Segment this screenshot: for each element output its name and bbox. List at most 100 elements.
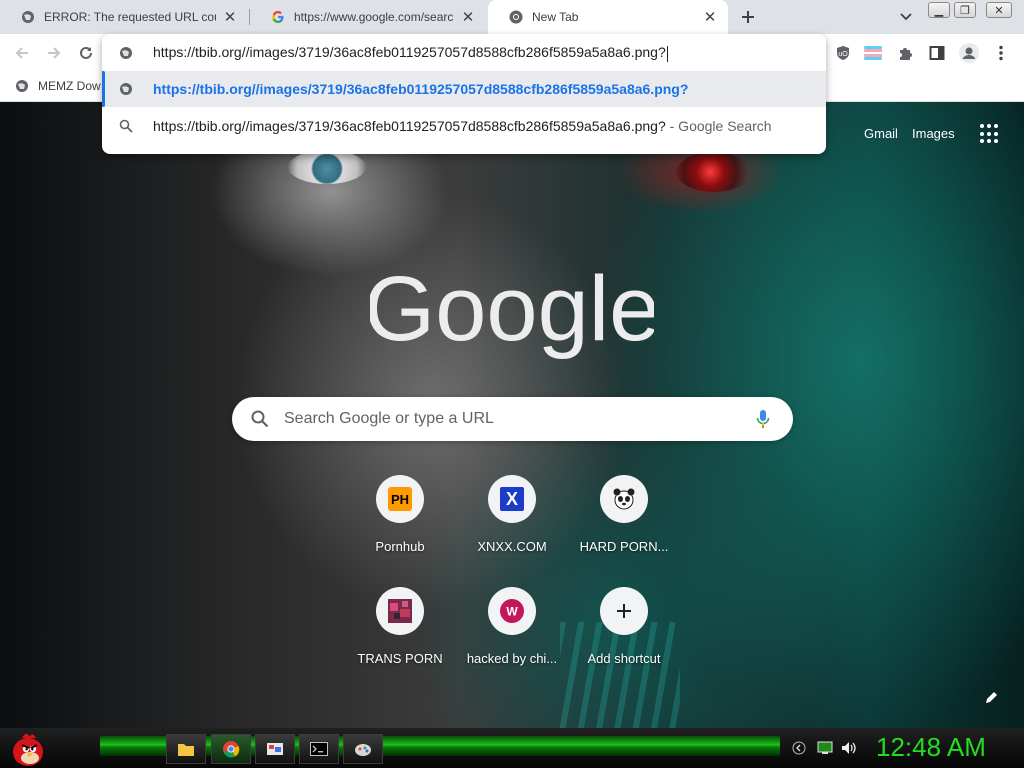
shortcut-label: HARD PORN... xyxy=(579,539,669,554)
w-letter-icon: W xyxy=(488,587,536,635)
bookmark-label: MEMZ Dow xyxy=(38,79,101,93)
shortcut-label: Add shortcut xyxy=(587,651,661,666)
game-icon xyxy=(355,744,371,756)
tab-error[interactable]: ERROR: The requested URL could ✕ xyxy=(0,0,248,34)
bookmark-memz[interactable]: MEMZ Dow xyxy=(14,76,101,96)
gmail-link[interactable]: Gmail xyxy=(864,126,898,141)
angry-bird-icon xyxy=(13,733,43,766)
minimize-button[interactable]: ▁ xyxy=(928,2,950,18)
restore-button[interactable]: ❐ xyxy=(954,2,976,18)
tab-title: https://www.google.com/search? xyxy=(294,10,454,24)
background-image xyxy=(288,150,366,184)
suggestion-text: https://tbib.org//images/3719/36ac8feb01… xyxy=(153,118,666,134)
forward-button[interactable] xyxy=(40,39,68,67)
paint-icon xyxy=(267,743,283,755)
suggestion-url[interactable]: https://tbib.org//images/3719/36ac8feb01… xyxy=(102,71,826,107)
tab-search-button[interactable] xyxy=(896,7,916,27)
search-icon xyxy=(250,409,270,429)
volume-icon[interactable] xyxy=(841,740,857,756)
restore-icon: ❐ xyxy=(960,4,970,17)
side-panel-icon[interactable] xyxy=(926,42,948,64)
plus-icon xyxy=(742,11,754,23)
shortcut-tile[interactable]: X XNXX.COM xyxy=(456,475,568,575)
search-box[interactable]: Search Google or type a URL xyxy=(232,397,793,441)
taskbar-chrome[interactable] xyxy=(211,734,251,764)
shortcut-label: TRANS PORN xyxy=(357,651,443,666)
address-bar[interactable]: https://tbib.org//images/3719/36ac8feb01… xyxy=(102,35,826,71)
microphone-icon[interactable] xyxy=(751,407,775,431)
close-icon[interactable]: ✕ xyxy=(222,9,238,26)
close-icon[interactable]: ✕ xyxy=(460,9,476,26)
shortcut-label: hacked by chi... xyxy=(466,651,558,666)
reload-button[interactable] xyxy=(72,39,100,67)
tab-strip: ERROR: The requested URL could ✕ https:/… xyxy=(0,0,1024,34)
selection-indicator xyxy=(102,71,105,107)
search-placeholder: Search Google or type a URL xyxy=(284,410,494,427)
profile-icon[interactable] xyxy=(958,42,980,64)
background-image xyxy=(676,152,752,192)
suggestion-google-search[interactable]: https://tbib.org//images/3719/36ac8feb01… xyxy=(102,108,826,144)
pride-flag-icon[interactable] xyxy=(862,42,884,64)
new-tab-button[interactable] xyxy=(736,5,760,29)
taskbar-terminal[interactable] xyxy=(299,734,339,764)
address-input[interactable]: https://tbib.org//images/3719/36ac8feb01… xyxy=(153,44,668,62)
taskbar: 12:48 AM xyxy=(0,728,1024,768)
kebab-menu-icon[interactable] xyxy=(990,42,1012,64)
shortcut-tile[interactable]: HARD PORN... xyxy=(568,475,680,575)
taskbar-paint[interactable] xyxy=(255,734,295,764)
chrome-icon xyxy=(223,741,240,758)
tab-google-search[interactable]: https://www.google.com/search? ✕ xyxy=(250,0,486,34)
shortcut-label: XNXX.COM xyxy=(477,539,547,554)
suggestion-suffix: - Google Search xyxy=(665,118,772,134)
clock[interactable]: 12:48 AM xyxy=(876,732,986,763)
minimize-icon: ▁ xyxy=(934,4,944,17)
search-icon xyxy=(118,118,134,134)
back-arrow-icon xyxy=(15,47,28,59)
close-icon[interactable]: ✕ xyxy=(702,9,718,26)
taskbar-game[interactable] xyxy=(343,734,383,764)
svg-text:PH: PH xyxy=(391,492,409,507)
tab-new-tab[interactable]: New Tab ✕ xyxy=(488,0,728,34)
shortcut-tile[interactable]: W hacked by chi... xyxy=(456,587,568,687)
svg-text:uO: uO xyxy=(838,51,848,58)
svg-text:X: X xyxy=(506,489,518,509)
ph-logo-icon: PH xyxy=(376,475,424,523)
back-button[interactable] xyxy=(8,39,36,67)
globe-icon xyxy=(20,9,36,25)
close-icon: ✕ xyxy=(994,4,1004,17)
shortcut-tile[interactable]: PH Pornhub xyxy=(344,475,456,575)
suggestion-text: https://tbib.org//images/3719/36ac8feb01… xyxy=(153,81,689,97)
add-shortcut-tile[interactable]: Add shortcut xyxy=(568,587,680,687)
new-tab-page: Gmail Images Google Search Google or typ… xyxy=(0,102,1024,728)
folder-icon xyxy=(178,744,194,756)
customize-pencil-icon[interactable] xyxy=(982,687,1002,707)
images-link[interactable]: Images xyxy=(912,126,955,141)
chevron-down-icon xyxy=(900,13,912,21)
reload-icon xyxy=(80,46,92,59)
network-icon[interactable] xyxy=(817,740,833,756)
tab-title: ERROR: The requested URL could xyxy=(44,10,216,24)
shortcut-tile[interactable]: TRANS PORN xyxy=(344,587,456,687)
ublock-origin-icon[interactable]: uO xyxy=(832,42,854,64)
chevron-left-icon[interactable] xyxy=(791,740,807,756)
x-logo-icon: X xyxy=(488,475,536,523)
start-button[interactable] xyxy=(8,728,48,768)
puzzle-extensions-icon[interactable] xyxy=(894,42,916,64)
plus-icon xyxy=(600,587,648,635)
omnibox-dropdown: https://tbib.org//images/3719/36ac8feb01… xyxy=(102,34,826,154)
shortcut-label: Pornhub xyxy=(375,539,425,554)
text-caret xyxy=(666,45,668,62)
terminal-icon xyxy=(310,742,328,756)
google-g-icon xyxy=(270,9,286,25)
google-logo: Google xyxy=(370,258,654,360)
google-apps-icon[interactable] xyxy=(980,124,1000,144)
globe-icon xyxy=(14,78,30,94)
pixel-image-icon xyxy=(376,587,424,635)
svg-text:W: W xyxy=(506,605,518,619)
globe-icon xyxy=(118,45,134,61)
taskbar-folder[interactable] xyxy=(166,734,206,764)
panda-icon xyxy=(600,475,648,523)
forward-arrow-icon xyxy=(48,47,61,59)
google-logo-text: Google xyxy=(370,258,654,360)
close-window-button[interactable]: ✕ xyxy=(986,2,1012,18)
